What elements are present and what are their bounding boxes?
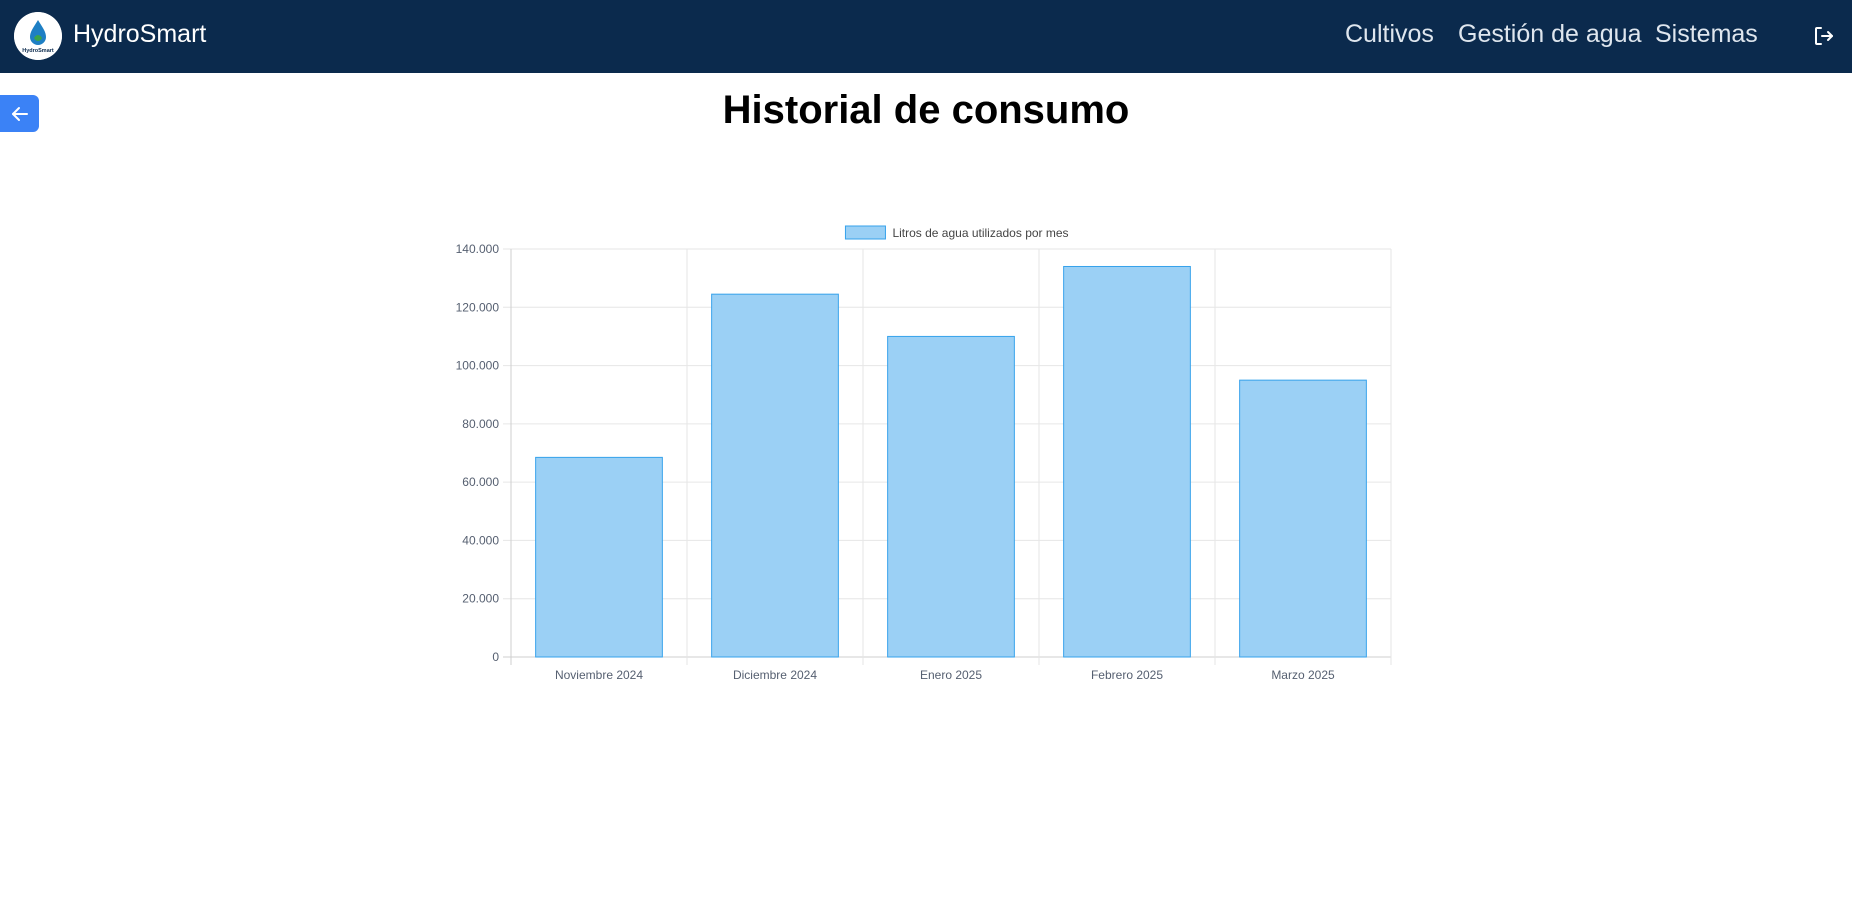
legend-label: Litros de agua utilizados por mes [892,226,1068,240]
x-tick-label: Noviembre 2024 [555,668,643,682]
x-tick-label: Marzo 2025 [1271,668,1335,682]
bar [535,456,663,658]
bar [1063,265,1191,658]
consumption-bar-chart: 0 20.000 40.000 60.000 80.000 100.000 120.000 1… [456,225,1392,682]
y-tick-label: 0 [492,650,499,664]
y-tick-label: 140.000 [456,242,500,256]
x-tick-label: Diciembre 2024 [733,668,817,682]
y-tick-label: 60.000 [462,475,499,489]
y-tick-label: 40.000 [462,533,499,547]
bar [887,335,1015,658]
x-tick-label: Enero 2025 [920,668,982,682]
y-tick-label: 120.000 [456,300,500,314]
y-tick-label: 20.000 [462,592,499,606]
x-tick-label: Febrero 2025 [1091,668,1163,682]
legend-swatch [844,225,886,240]
y-tick-label: 100.000 [456,359,500,373]
bar [1239,379,1367,658]
bar [711,293,839,658]
y-tick-label: 80.000 [462,417,499,431]
